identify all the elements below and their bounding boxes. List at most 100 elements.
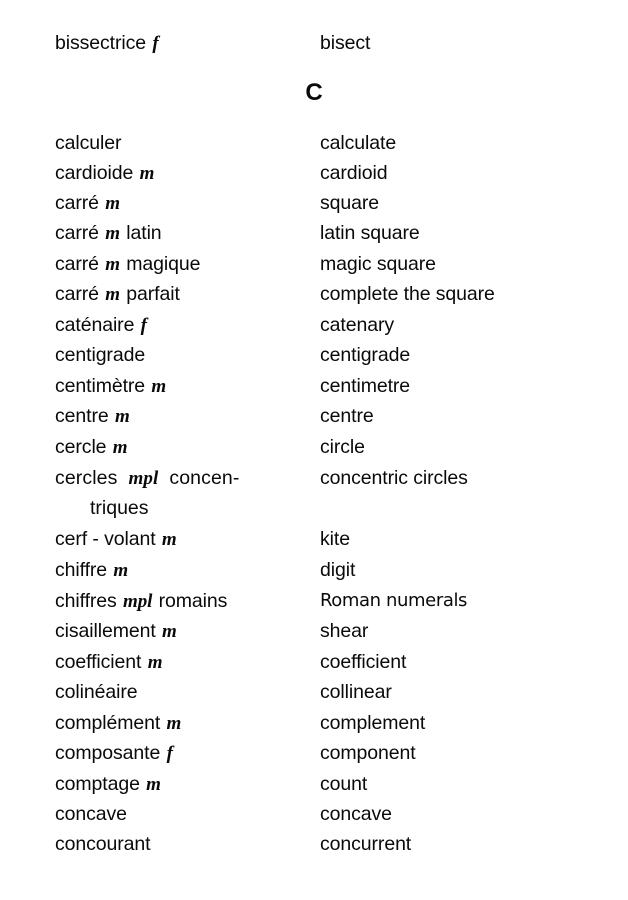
english-translation: centimetre xyxy=(320,375,411,397)
french-headword: chiffres mpl romains xyxy=(55,586,305,617)
french-term: concourant xyxy=(55,833,151,855)
dictionary-entry: carré m parfait complete the square xyxy=(0,279,628,309)
french-headword: cerf - volant m xyxy=(55,524,305,555)
english-translation: collinear xyxy=(320,681,392,703)
french-headword: cercle m xyxy=(55,432,305,463)
dictionary-page: bissectrice f bisect calculer calculate card… xyxy=(0,0,628,900)
gender-marker: m xyxy=(112,437,128,458)
english-translation: complement xyxy=(320,712,426,734)
english-translation: component xyxy=(320,742,416,764)
french-headword: carré m parfait xyxy=(55,279,305,310)
english-translation: cardioid xyxy=(320,162,388,184)
french-term: caténaire xyxy=(55,314,135,336)
gender-marker: m xyxy=(151,376,167,397)
dictionary-entry: colinéaire collinear xyxy=(0,677,628,707)
dictionary-entry: caténaire f catenary xyxy=(0,310,628,340)
french-qualifier: magique xyxy=(126,253,201,275)
dictionary-entry: carré m square xyxy=(0,188,628,218)
french-headword: centre m xyxy=(55,401,305,432)
french-term: colinéaire xyxy=(55,681,138,703)
dictionary-entry: cercles mpl concen-triques concentric cir… xyxy=(0,463,628,519)
gender-marker: m xyxy=(105,284,120,305)
french-term: concave xyxy=(55,803,127,825)
dictionary-entry: coefficient m coefficient xyxy=(0,647,628,677)
gender-marker: f xyxy=(152,33,159,54)
dictionary-entry: carré m latin latin square xyxy=(0,218,628,248)
french-term: calculer xyxy=(55,132,122,154)
dictionary-entry: centimètre m centimetre xyxy=(0,371,628,401)
gender-marker: m xyxy=(162,621,177,642)
gender-marker: m xyxy=(105,254,120,275)
french-term: coefficient xyxy=(55,651,142,673)
dictionary-entry: cercle m circle xyxy=(0,432,628,462)
french-headword: colinéaire xyxy=(55,677,305,707)
english-translation: concave xyxy=(320,803,392,825)
french-headword-continuation: triques xyxy=(90,497,149,519)
gender-marker: m xyxy=(105,223,120,244)
gender-marker: m xyxy=(114,406,130,427)
french-term: chiffres xyxy=(55,590,117,612)
french-headword: comptage m xyxy=(55,769,305,800)
english-translation: coefficient xyxy=(320,651,407,673)
english-translation: square xyxy=(320,192,380,214)
french-term: cercle xyxy=(55,436,107,458)
french-headword: concourant xyxy=(55,829,305,859)
english-translation: centre xyxy=(320,405,374,427)
section-letter-heading: C xyxy=(305,79,323,106)
gender-marker: m xyxy=(161,529,177,550)
dictionary-entry: carré m magique magic square xyxy=(0,249,628,279)
french-headword: centimètre m xyxy=(55,371,305,402)
gender-marker: f xyxy=(166,743,173,764)
french-term: complément xyxy=(55,712,161,734)
gender-marker: m xyxy=(147,652,163,673)
dictionary-entry: concave concave xyxy=(0,799,628,829)
english-translation: complete the square xyxy=(320,283,495,305)
french-headword: coefficient m xyxy=(55,647,305,678)
french-term: cerf - volant xyxy=(55,528,156,550)
french-headword: centigrade xyxy=(55,340,305,370)
english-translation: centigrade xyxy=(320,344,411,366)
french-headword: caténaire f xyxy=(55,310,305,341)
english-translation: Roman numerals xyxy=(320,590,468,611)
french-headword: composante f xyxy=(55,738,305,769)
dictionary-entry: cisaillement m shear xyxy=(0,616,628,646)
gender-marker: m xyxy=(139,163,155,184)
french-headword: cisaillement m xyxy=(55,616,305,647)
french-term: chiffre xyxy=(55,559,108,581)
french-qualifier: parfait xyxy=(126,283,180,305)
french-term: centre xyxy=(55,405,109,427)
french-headword: cardioide m xyxy=(55,158,305,189)
french-headword: carré m magique xyxy=(55,249,305,280)
gender-marker: m xyxy=(146,774,161,795)
french-headword: carré m xyxy=(55,188,305,219)
gender-marker: mpl xyxy=(128,468,159,489)
gender-marker: m xyxy=(105,193,120,214)
english-translation: concurrent xyxy=(320,833,412,855)
english-translation: bisect xyxy=(320,32,371,54)
french-term: composante xyxy=(55,742,161,764)
french-term: bissectrice xyxy=(55,32,147,54)
french-qualifier: romains xyxy=(158,590,228,612)
french-headword: complément m xyxy=(55,708,305,739)
english-translation: catenary xyxy=(320,314,394,336)
gender-marker: mpl xyxy=(123,591,153,612)
english-translation: latin square xyxy=(320,222,420,244)
french-headword: cercles mpl concen- xyxy=(55,463,305,494)
french-term: carré xyxy=(55,283,99,305)
french-term: cercles xyxy=(55,467,118,489)
english-translation: concentric circles xyxy=(320,467,468,489)
dictionary-entry: chiffre m digit xyxy=(0,555,628,585)
french-term: carré xyxy=(55,253,99,275)
french-term: centimètre xyxy=(55,375,146,397)
french-term: cardioide xyxy=(55,162,134,184)
gender-marker: m xyxy=(113,560,129,581)
english-translation: calculate xyxy=(320,132,397,154)
dictionary-entry: chiffres mpl romains Roman numerals xyxy=(0,586,628,616)
dictionary-entry: comptage m count xyxy=(0,769,628,799)
english-translation: kite xyxy=(320,528,350,550)
dictionary-entry: cerf - volant m kite xyxy=(0,524,628,554)
english-translation: shear xyxy=(320,620,369,642)
gender-marker: m xyxy=(166,713,182,734)
dictionary-entry: bissectrice f bisect xyxy=(0,28,628,58)
french-headword: chiffre m xyxy=(55,555,305,586)
